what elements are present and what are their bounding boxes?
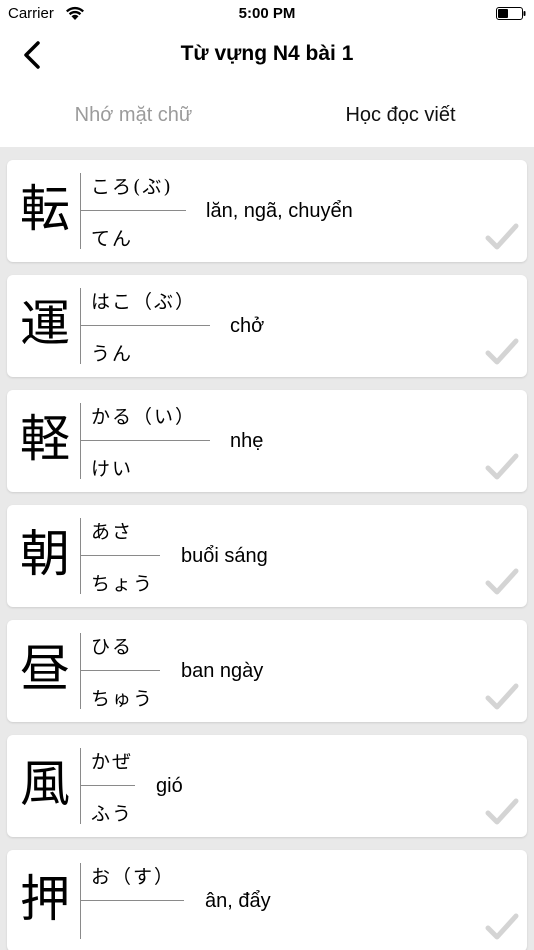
divider <box>80 785 135 786</box>
navigation-bar: Từ vựng N4 bài 1 <box>0 28 534 84</box>
on-reading: てん <box>91 228 134 250</box>
kanji-character: 朝 <box>20 525 70 583</box>
on-reading: けい <box>91 458 134 480</box>
divider <box>80 900 184 901</box>
kanji-character: 転 <box>20 180 70 238</box>
battery-icon <box>496 7 526 20</box>
kun-reading: かる（い） <box>91 406 197 428</box>
kanji-card[interactable]: 朝 あさ ちょう buổi sáng <box>7 505 527 607</box>
kanji-card[interactable]: 軽 かる（い） けい nhẹ <box>7 390 527 492</box>
kun-reading: あさ <box>91 521 134 543</box>
kanji-character: 風 <box>20 755 70 813</box>
on-reading: うん <box>91 343 134 365</box>
check-icon[interactable] <box>485 682 519 712</box>
kanji-card[interactable]: 昼 ひる ちゅう ban ngày <box>7 620 527 722</box>
check-icon[interactable] <box>485 912 519 942</box>
tab-learn-read-write[interactable]: Học đọc viết <box>267 84 534 147</box>
kanji-character: 昼 <box>20 640 70 698</box>
meaning: buổi sáng <box>181 545 268 567</box>
meaning: ân, đẩy <box>205 890 271 912</box>
on-reading: ちょう <box>91 573 155 595</box>
meaning: gió <box>156 775 183 797</box>
divider <box>80 210 186 211</box>
divider <box>80 325 210 326</box>
meaning: ban ngày <box>181 660 264 682</box>
kanji-character: 押 <box>20 870 70 928</box>
kun-reading: ひる <box>91 636 134 658</box>
divider <box>80 863 81 939</box>
status-time: 5:00 PM <box>238 5 296 22</box>
divider <box>80 173 81 249</box>
kanji-card[interactable]: 転 ころ(ぶ) てん lăn, ngã, chuyển <box>7 160 527 262</box>
status-bar: Carrier 5:00 PM <box>0 0 534 28</box>
segment-tabs: Nhớ mặt chữ Học đọc viết <box>0 84 534 147</box>
kun-reading: かぜ <box>91 751 134 773</box>
check-icon[interactable] <box>485 337 519 367</box>
kanji-character: 運 <box>20 295 70 353</box>
kun-reading: はこ（ぶ） <box>91 291 197 313</box>
divider <box>80 403 81 479</box>
kanji-card[interactable]: 運 はこ（ぶ） うん chở <box>7 275 527 377</box>
check-icon[interactable] <box>485 452 519 482</box>
check-icon[interactable] <box>485 797 519 827</box>
kanji-character: 軽 <box>20 410 70 468</box>
back-button[interactable] <box>14 36 52 74</box>
divider <box>80 440 210 441</box>
divider <box>80 670 160 671</box>
meaning: chở <box>230 315 265 337</box>
check-icon[interactable] <box>485 222 519 252</box>
on-reading: ふう <box>91 803 134 825</box>
meaning: lăn, ngã, chuyển <box>206 200 353 222</box>
tab-memorize-characters[interactable]: Nhớ mặt chữ <box>0 84 267 147</box>
chevron-left-icon <box>24 41 40 69</box>
page-title: Từ vựng N4 bài 1 <box>180 42 354 65</box>
kanji-card[interactable]: 風 かぜ ふう gió <box>7 735 527 837</box>
on-reading: ちゅう <box>91 688 155 710</box>
meaning: nhẹ <box>230 430 264 452</box>
divider <box>80 748 81 824</box>
kun-reading: お（す） <box>91 866 176 888</box>
divider <box>80 288 81 364</box>
check-icon[interactable] <box>485 567 519 597</box>
kanji-list[interactable]: 転 ころ(ぶ) てん lăn, ngã, chuyển 運 はこ（ぶ） うん c… <box>0 147 534 950</box>
divider <box>80 555 160 556</box>
kanji-card[interactable]: 押 お（す） ân, đẩy <box>7 850 527 950</box>
divider <box>80 518 81 594</box>
kun-reading: ころ(ぶ) <box>91 176 173 198</box>
divider <box>80 633 81 709</box>
